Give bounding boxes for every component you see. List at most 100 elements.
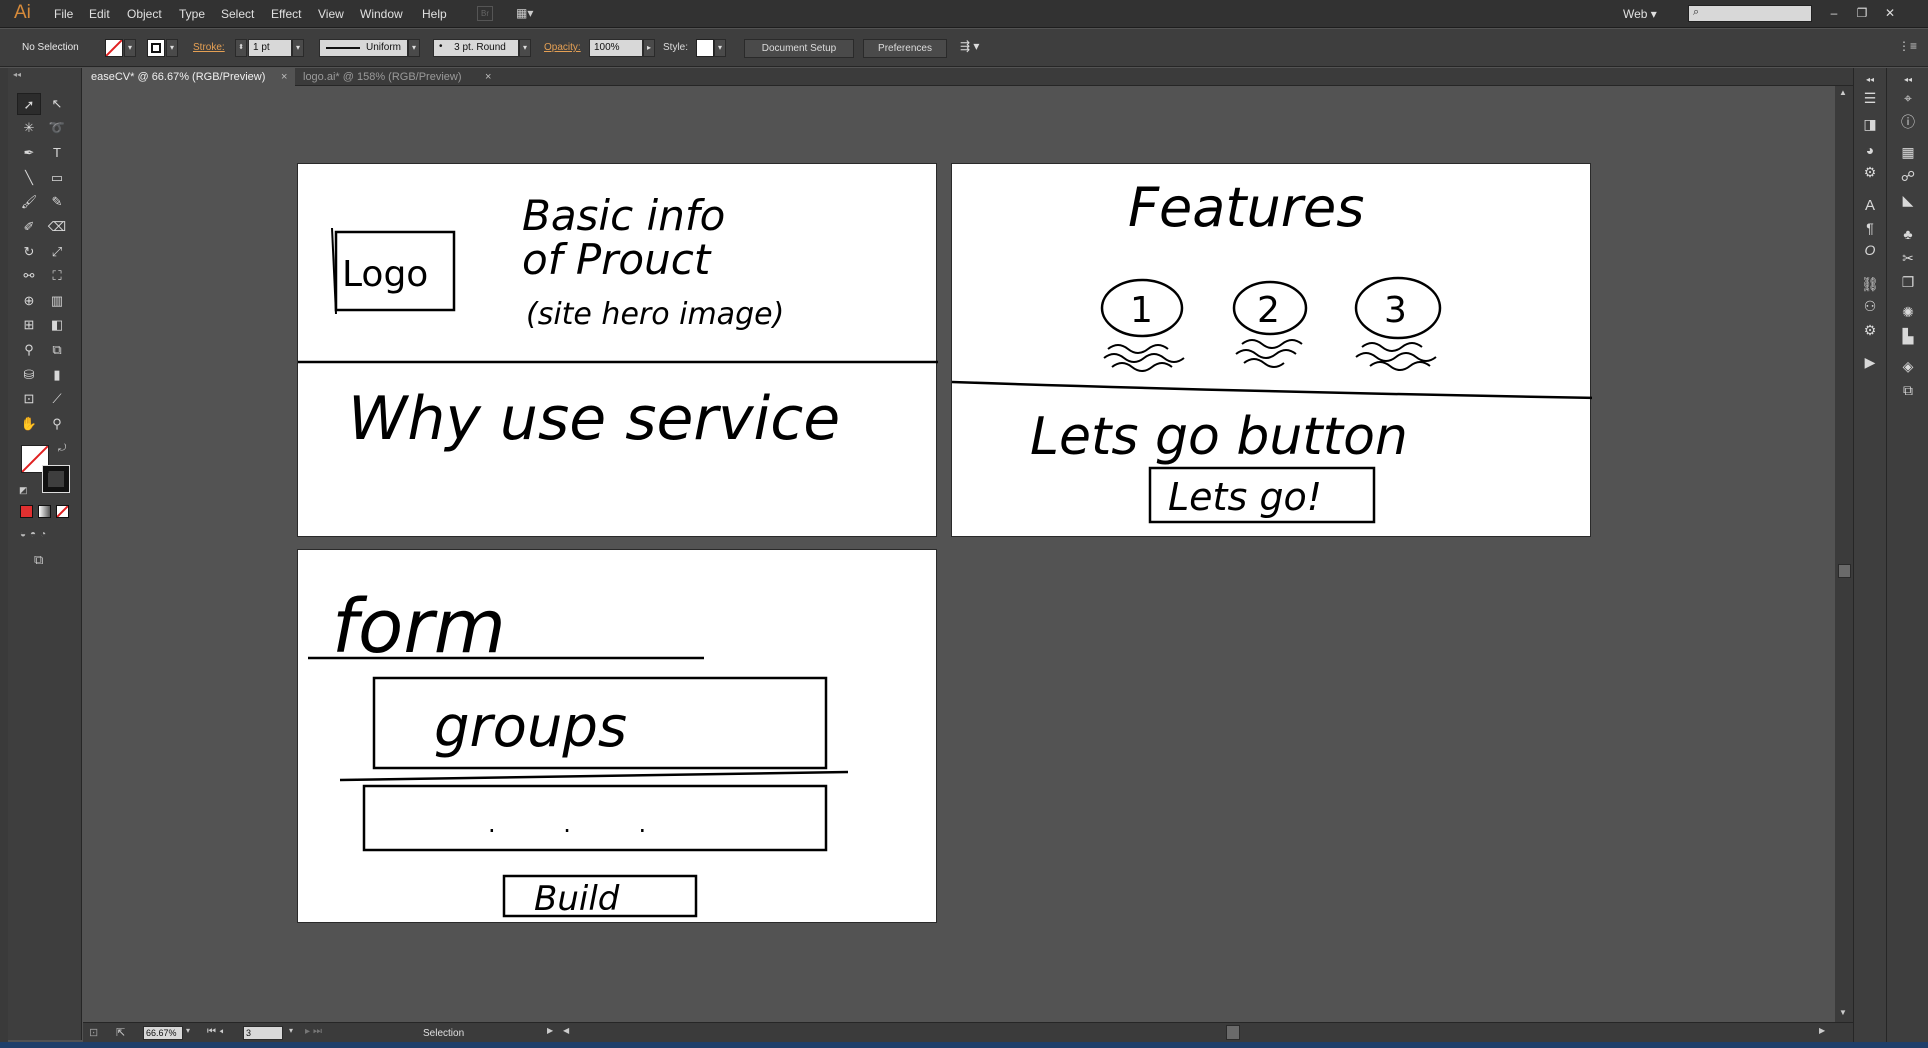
- line-tool-icon[interactable]: ╲: [17, 167, 41, 189]
- bridge-icon[interactable]: Br: [477, 6, 493, 21]
- menu-window[interactable]: Window: [360, 7, 403, 21]
- direct-selection-tool-icon[interactable]: ↖: [45, 93, 69, 115]
- share-icon[interactable]: ⇱: [116, 1026, 125, 1039]
- screen-mode-icon[interactable]: ⧉: [34, 552, 43, 568]
- artboard-2[interactable]: Features 1 2 3 Lets go button Lets go!: [951, 163, 1592, 537]
- tab-close-icon[interactable]: ×: [281, 68, 287, 86]
- canvas[interactable]: Logo Basic info of Prouct (site hero ima…: [83, 86, 1835, 1022]
- menu-help[interactable]: Help: [422, 7, 447, 21]
- links-panel-icon[interactable]: ⛓: [1859, 274, 1881, 294]
- gradient-mode-icon[interactable]: [38, 505, 51, 518]
- column-graph-tool-icon[interactable]: ▮: [45, 364, 69, 386]
- paintbrush-tool-icon[interactable]: 🖌: [17, 191, 41, 213]
- first-previous-artboard-icons[interactable]: ⏮◂: [207, 1026, 227, 1037]
- navigator-panel-icon[interactable]: ⌖: [1897, 88, 1919, 108]
- brush-dropdown-icon[interactable]: ▾: [519, 39, 531, 57]
- swap-colors-icon[interactable]: ⤾: [58, 443, 66, 454]
- layers-panel-icon[interactable]: ◈: [1897, 356, 1919, 376]
- horizontal-scroll-thumb[interactable]: [1226, 1025, 1240, 1040]
- blend-tool-icon[interactable]: ⧉: [45, 339, 69, 361]
- opentype-panel-icon[interactable]: O: [1859, 240, 1881, 260]
- menu-edit[interactable]: Edit: [89, 7, 110, 21]
- profile-dropdown-icon[interactable]: ▾: [408, 39, 420, 57]
- gradient-panel-icon[interactable]: ◨: [1859, 114, 1881, 134]
- profile-select[interactable]: Uniform: [319, 39, 408, 57]
- restore-button[interactable]: ❐: [1852, 4, 1872, 22]
- pen-tool-icon[interactable]: ✒: [17, 142, 41, 164]
- stroke-spinner-icon[interactable]: ⬍: [235, 39, 247, 57]
- opacity-input[interactable]: 100%: [589, 39, 643, 57]
- next-last-artboard-icons[interactable]: ▸⏭: [305, 1026, 325, 1037]
- type-tool-icon[interactable]: T: [45, 142, 69, 164]
- actions-panel-icon[interactable]: ▶: [1859, 352, 1881, 372]
- symbol-sprayer-tool-icon[interactable]: ⛁: [17, 364, 41, 386]
- info-panel-icon[interactable]: ⓘ: [1897, 112, 1919, 132]
- rectangle-tool-icon[interactable]: ▭: [45, 167, 69, 189]
- fill-swatch[interactable]: [105, 39, 123, 57]
- width-tool-icon[interactable]: ⚯: [17, 265, 41, 287]
- stroke-label[interactable]: Stroke:: [193, 42, 225, 53]
- shape-builder-tool-icon[interactable]: ⊕: [17, 290, 41, 312]
- stroke-weight-dropdown-icon[interactable]: ▾: [292, 39, 304, 57]
- menu-object[interactable]: Object: [127, 7, 162, 21]
- style-dropdown-icon[interactable]: ▾: [714, 39, 726, 57]
- color-mode-icon[interactable]: [20, 505, 33, 518]
- scroll-right-icon[interactable]: ▶: [1819, 1026, 1825, 1035]
- artboard-tool-icon[interactable]: ⊡: [17, 388, 41, 410]
- perspective-grid-tool-icon[interactable]: ▥: [45, 290, 69, 312]
- arrange-documents-icon[interactable]: ▦▾: [516, 6, 544, 21]
- align-panel-icon[interactable]: ▙: [1897, 326, 1919, 346]
- brush-select[interactable]: • 3 pt. Round: [433, 39, 519, 57]
- magic-wand-tool-icon[interactable]: ✳: [17, 117, 41, 139]
- opacity-arrow-icon[interactable]: ▸: [643, 39, 655, 57]
- artboard-3[interactable]: form groups . . . Build: [297, 549, 937, 923]
- zoom-tool-icon[interactable]: ⚲: [45, 413, 69, 435]
- color-guide-panel-icon[interactable]: ☍: [1897, 166, 1919, 186]
- free-transform-tool-icon[interactable]: ⛶: [45, 265, 69, 287]
- character-panel-icon[interactable]: A: [1859, 196, 1881, 216]
- document-setup-button[interactable]: Document Setup: [744, 39, 854, 58]
- symbols-panel-icon[interactable]: ♣: [1897, 224, 1919, 244]
- stroke-swatch[interactable]: [147, 39, 165, 57]
- blob-brush-tool-icon[interactable]: ✐: [17, 216, 41, 238]
- collapse-dock-icon[interactable]: ◂◂: [1859, 70, 1881, 90]
- default-colors-icon[interactable]: ◩: [19, 485, 28, 496]
- stroke-weight-input[interactable]: 1 pt: [248, 39, 292, 57]
- workspace-switcher[interactable]: Web ▾: [1623, 7, 1657, 21]
- panel-menu-icon[interactable]: ⋮≡: [1898, 39, 1917, 53]
- none-mode-icon[interactable]: [56, 505, 69, 518]
- pencil-tool-icon[interactable]: ✎: [45, 191, 69, 213]
- appearance-alt-panel-icon[interactable]: ✺: [1897, 302, 1919, 322]
- vertical-scroll-thumb[interactable]: [1838, 564, 1851, 578]
- transform-panel-icon[interactable]: ⚙: [1859, 320, 1881, 340]
- scroll-down-icon[interactable]: ▼: [1839, 1008, 1847, 1017]
- mesh-tool-icon[interactable]: ⊞: [17, 314, 41, 336]
- lasso-tool-icon[interactable]: ➰: [45, 117, 69, 139]
- menu-select[interactable]: Select: [221, 7, 254, 21]
- vertical-scrollbar[interactable]: ▲ ▼: [1835, 86, 1853, 1022]
- scroll-up-icon[interactable]: ▲: [1839, 88, 1847, 97]
- eyedropper-tool-icon[interactable]: ⚲: [17, 339, 41, 361]
- zoom-dropdown-icon[interactable]: ▾: [186, 1026, 190, 1035]
- swatches-panel-icon[interactable]: ▦: [1897, 142, 1919, 162]
- graphic-styles-panel-icon[interactable]: ⚙: [1859, 162, 1881, 182]
- stroke-color-swatch[interactable]: [42, 465, 70, 493]
- artboards-panel-icon[interactable]: ⧉: [1897, 380, 1919, 400]
- tab-logo[interactable]: logo.ai* @ 158% (RGB/Preview): [295, 68, 503, 86]
- style-swatch[interactable]: [696, 39, 714, 57]
- status-menu-arrow-icon[interactable]: ▶: [547, 1026, 553, 1035]
- scale-tool-icon[interactable]: ⤢: [45, 241, 69, 263]
- brushes-panel-icon[interactable]: ◣: [1897, 190, 1919, 210]
- fill-dropdown-icon[interactable]: ▾: [124, 39, 136, 57]
- eraser-tool-icon[interactable]: ⌫: [45, 216, 69, 238]
- selection-tool-icon[interactable]: ➚: [17, 93, 41, 115]
- search-input[interactable]: ⌕: [1688, 5, 1812, 22]
- opacity-label[interactable]: Opacity:: [544, 42, 581, 53]
- menu-file[interactable]: File: [54, 7, 73, 21]
- tab-close-icon[interactable]: ×: [485, 68, 491, 86]
- minimize-button[interactable]: –: [1824, 4, 1844, 22]
- drawing-modes-icon[interactable]: ◒◓◔: [20, 529, 70, 543]
- preferences-button[interactable]: Preferences: [863, 39, 947, 58]
- tab-easecv[interactable]: easeCV* @ 66.67% (RGB/Preview): [83, 68, 295, 86]
- zoom-input[interactable]: 66.67%: [143, 1026, 183, 1040]
